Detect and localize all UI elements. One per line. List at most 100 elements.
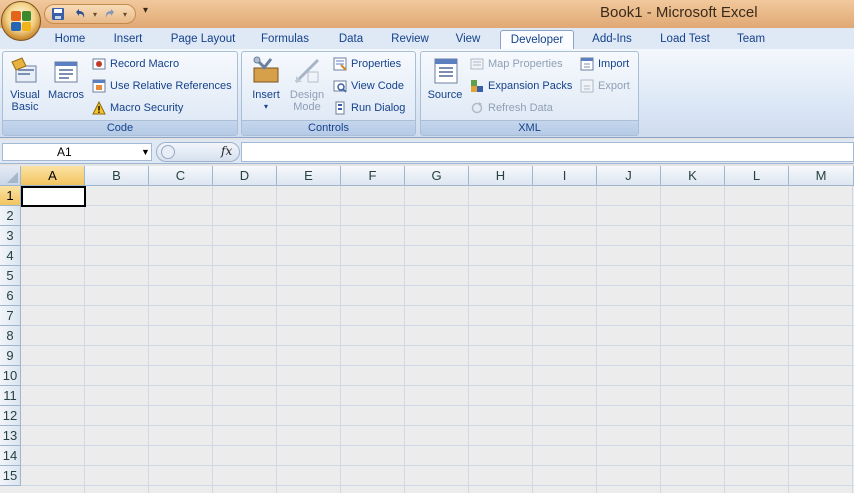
worksheet-grid[interactable]: ABCDEFGHIJKLM 1 2 3 4 5 6 7 8 9 10 11 12 13 14 15 bbox=[0, 166, 854, 493]
customize-toolbar-icon[interactable]: ▾ bbox=[143, 5, 148, 16]
gridline-vertical bbox=[852, 186, 853, 493]
row-header-5[interactable]: 5 bbox=[0, 266, 21, 286]
toolbox-icon bbox=[251, 56, 281, 86]
view-code-icon bbox=[332, 78, 348, 94]
view-code-button[interactable]: View Code bbox=[332, 77, 404, 95]
row-header-14[interactable]: 14 bbox=[0, 446, 21, 466]
row-header-15[interactable]: 15 bbox=[0, 466, 21, 486]
column-header-j[interactable]: J bbox=[597, 166, 661, 186]
row-header-8[interactable]: 8 bbox=[0, 326, 21, 346]
record-macro-button[interactable]: Record Macro bbox=[91, 55, 179, 73]
tab-formulas[interactable]: Formulas bbox=[252, 30, 318, 49]
column-header-d[interactable]: D bbox=[213, 166, 277, 186]
column-header-k[interactable]: K bbox=[661, 166, 725, 186]
insert-function-button[interactable]: fx bbox=[221, 144, 232, 158]
expand-formula-icon[interactable] bbox=[161, 145, 175, 159]
column-header-e[interactable]: E bbox=[277, 166, 341, 186]
row-header-7[interactable]: 7 bbox=[0, 306, 21, 326]
gridline-horizontal bbox=[21, 385, 854, 386]
use-relative-references-label: Use Relative References bbox=[110, 80, 232, 92]
source-label: Source bbox=[427, 89, 463, 101]
row-header-3[interactable]: 3 bbox=[0, 226, 21, 246]
warning-icon bbox=[91, 100, 107, 116]
column-header-b[interactable]: B bbox=[85, 166, 149, 186]
column-header-i[interactable]: I bbox=[533, 166, 597, 186]
tab-data[interactable]: Data bbox=[329, 30, 373, 49]
tab-developer[interactable]: Developer bbox=[500, 30, 574, 49]
column-header-g[interactable]: G bbox=[405, 166, 469, 186]
tab-page-layout[interactable]: Page Layout bbox=[163, 30, 243, 49]
export-label: Export bbox=[598, 80, 630, 92]
active-cell[interactable] bbox=[21, 186, 86, 207]
gridline-vertical bbox=[84, 186, 85, 493]
ribbon-tabs: Home Insert Page Layout Formulas Data Re… bbox=[0, 28, 854, 49]
run-dialog-button[interactable]: Run Dialog bbox=[332, 99, 405, 117]
redo-dropdown-icon[interactable]: ▾ bbox=[123, 10, 127, 19]
column-header-a[interactable]: A bbox=[21, 166, 85, 186]
import-button[interactable]: Import bbox=[579, 55, 629, 73]
design-mode-label-line2: Mode bbox=[293, 101, 321, 113]
row-header-4[interactable]: 4 bbox=[0, 246, 21, 266]
row-header-11[interactable]: 11 bbox=[0, 386, 21, 406]
properties-button[interactable]: Properties bbox=[332, 55, 401, 73]
gridline-horizontal bbox=[21, 225, 854, 226]
window-title: Book1 - Microsoft Excel bbox=[600, 4, 758, 21]
xml-group: Source Map Properties Expansion Packs Re… bbox=[420, 51, 639, 136]
relative-references-icon bbox=[91, 78, 107, 94]
source-button[interactable]: Source bbox=[425, 56, 465, 101]
export-button[interactable]: Export bbox=[579, 77, 630, 95]
undo-icon[interactable] bbox=[71, 6, 89, 22]
select-all-button[interactable] bbox=[0, 166, 21, 186]
visual-basic-label-line2: Basic bbox=[11, 101, 39, 113]
office-button[interactable] bbox=[1, 1, 41, 41]
undo-dropdown-icon[interactable]: ▾ bbox=[93, 10, 97, 19]
column-header-m[interactable]: M bbox=[789, 166, 854, 186]
expansion-packs-button[interactable]: Expansion Packs bbox=[469, 77, 572, 95]
tab-home[interactable]: Home bbox=[46, 30, 94, 49]
row-header-2[interactable]: 2 bbox=[0, 206, 21, 226]
code-group-label: Code bbox=[3, 120, 237, 135]
select-all-icon bbox=[7, 172, 18, 183]
macros-button[interactable]: Macros bbox=[46, 56, 86, 101]
refresh-data-label: Refresh Data bbox=[488, 102, 553, 114]
code-group: Visual Basic Macros Record Macro Use Rel… bbox=[2, 51, 238, 136]
formula-bar: A1 ▼ fx bbox=[0, 140, 854, 164]
tab-insert[interactable]: Insert bbox=[104, 30, 152, 49]
gridline-vertical bbox=[660, 186, 661, 493]
name-box-dropdown-icon[interactable]: ▼ bbox=[141, 143, 150, 161]
visual-basic-button[interactable]: Visual Basic bbox=[5, 56, 45, 113]
formula-input[interactable] bbox=[241, 142, 854, 162]
row-header-13[interactable]: 13 bbox=[0, 426, 21, 446]
row-header-1[interactable]: 1 bbox=[0, 186, 21, 206]
tab-add-ins[interactable]: Add-Ins bbox=[584, 30, 640, 49]
gridline-vertical bbox=[596, 186, 597, 493]
column-header-c[interactable]: C bbox=[149, 166, 213, 186]
column-header-f[interactable]: F bbox=[341, 166, 405, 186]
gridline-vertical bbox=[276, 186, 277, 493]
gridline-vertical bbox=[468, 186, 469, 493]
row-header-10[interactable]: 10 bbox=[0, 366, 21, 386]
row-header-6[interactable]: 6 bbox=[0, 286, 21, 306]
redo-icon[interactable] bbox=[101, 6, 119, 22]
save-icon[interactable] bbox=[49, 6, 67, 22]
tab-view[interactable]: View bbox=[447, 30, 489, 49]
tab-review[interactable]: Review bbox=[383, 30, 437, 49]
gridline-horizontal bbox=[21, 425, 854, 426]
map-properties-button[interactable]: Map Properties bbox=[469, 55, 563, 73]
column-header-l[interactable]: L bbox=[725, 166, 789, 186]
column-header-h[interactable]: H bbox=[469, 166, 533, 186]
refresh-data-button[interactable]: Refresh Data bbox=[469, 99, 553, 117]
tab-team[interactable]: Team bbox=[729, 30, 773, 49]
name-box[interactable]: A1 bbox=[2, 143, 152, 161]
title-bar: ▾ ▾ ▾ Book1 - Microsoft Excel bbox=[0, 0, 854, 28]
row-header-12[interactable]: 12 bbox=[0, 406, 21, 426]
use-relative-references-button[interactable]: Use Relative References bbox=[91, 77, 232, 95]
row-header-9[interactable]: 9 bbox=[0, 346, 21, 366]
macro-security-button[interactable]: Macro Security bbox=[91, 99, 183, 117]
design-mode-label-line1: Design bbox=[289, 89, 325, 101]
gridline-horizontal bbox=[21, 285, 854, 286]
tab-load-test[interactable]: Load Test bbox=[652, 30, 718, 49]
design-mode-button[interactable]: Design Mode bbox=[287, 56, 327, 113]
insert-control-button[interactable]: Insert ▾ bbox=[246, 56, 286, 113]
visual-basic-icon bbox=[10, 56, 40, 86]
